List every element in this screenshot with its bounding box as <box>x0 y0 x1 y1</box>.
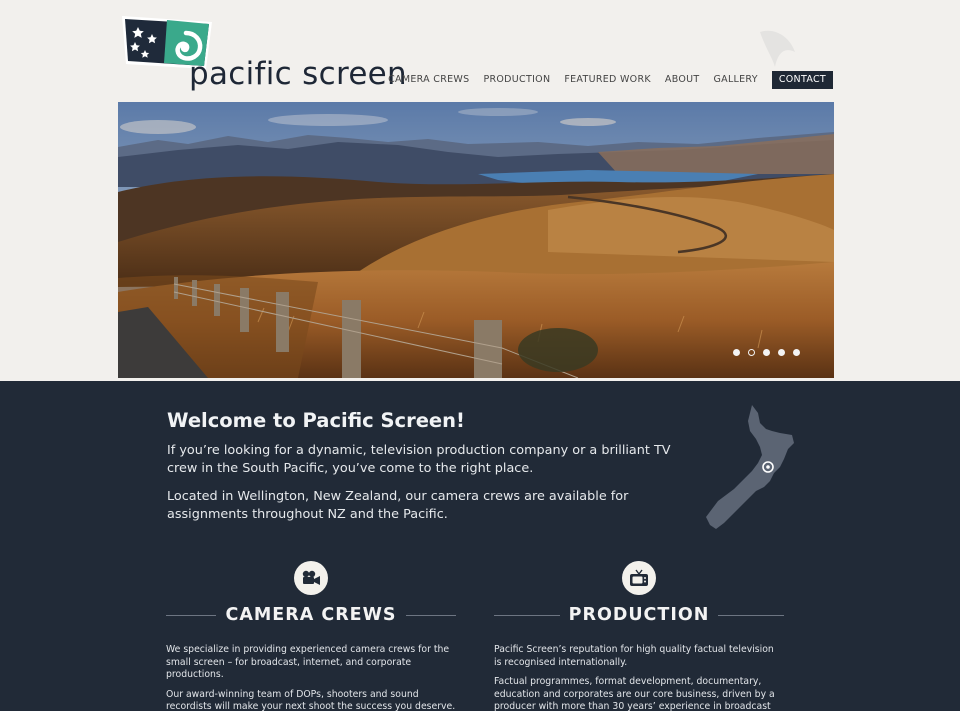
nav-camera-crews[interactable]: CAMERA CREWS <box>388 71 469 89</box>
camera-icon <box>302 570 320 585</box>
divider <box>718 614 785 616</box>
slider-dot[interactable] <box>733 349 740 356</box>
welcome-paragraph-1: If you’re looking for a dynamic, televis… <box>167 443 671 476</box>
television-icon-badge <box>622 561 656 595</box>
television-icon <box>630 569 648 586</box>
content-section: Welcome to Pacific Screen! If you’re loo… <box>0 381 960 711</box>
slider-dot[interactable] <box>778 349 785 356</box>
camera-crews-heading[interactable]: CAMERA CREWS <box>216 605 405 625</box>
hero-slider[interactable] <box>118 102 834 378</box>
production-column: PRODUCTION Pacific Screen’s reputation f… <box>494 561 785 711</box>
camera-icon-badge <box>294 561 328 595</box>
production-text-2: Factual programmes, format development, … <box>494 676 775 711</box>
welcome-title: Welcome to Pacific Screen! <box>167 409 465 432</box>
production-heading[interactable]: PRODUCTION <box>560 605 719 625</box>
production-text-1: Pacific Screen’s reputation for high qua… <box>494 644 774 668</box>
slider-dot[interactable] <box>763 349 770 356</box>
main-nav: CAMERA CREWS PRODUCTION FEATURED WORK AB… <box>374 71 833 89</box>
camera-crews-text-1: We specialize in providing experienced c… <box>166 644 450 681</box>
camera-crews-text-2: Our award-winning team of DOPs, shooters… <box>166 688 456 711</box>
welcome-paragraph-2: Located in Wellington, New Zealand, our … <box>167 489 629 522</box>
new-zealand-map-icon <box>706 405 794 529</box>
site-header: pacific screen CAMERA CREWS PRODUCTION F… <box>0 0 960 100</box>
nav-gallery[interactable]: GALLERY <box>713 71 757 89</box>
camera-crews-column: CAMERA CREWS We specialize in providing … <box>166 561 457 711</box>
camera-crews-heading-row: CAMERA CREWS <box>166 605 457 625</box>
nav-contact[interactable]: CONTACT <box>771 71 833 89</box>
nav-production[interactable]: PRODUCTION <box>483 71 550 89</box>
slider-dots <box>733 349 800 356</box>
divider <box>405 614 457 616</box>
hero-landscape-image <box>118 102 834 378</box>
production-heading-row: PRODUCTION <box>494 605 785 625</box>
slider-dot[interactable] <box>793 349 800 356</box>
slider-dot-active[interactable] <box>748 349 755 356</box>
divider <box>494 614 560 616</box>
divider <box>166 614 217 616</box>
nav-about[interactable]: ABOUT <box>665 71 700 89</box>
nav-featured-work[interactable]: FEATURED WORK <box>564 71 651 89</box>
